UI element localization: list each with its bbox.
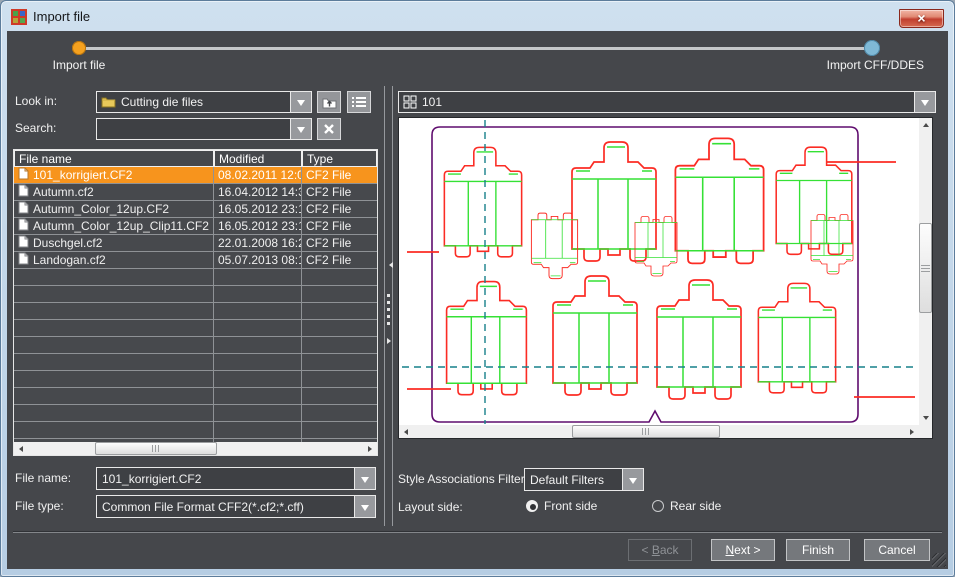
footer-separator bbox=[13, 531, 942, 533]
file-type-label: File type: bbox=[15, 499, 64, 513]
preview-vertical-scrollbar[interactable] bbox=[919, 118, 932, 425]
rear-side-radio[interactable]: Rear side bbox=[652, 499, 721, 513]
front-side-radio-label: Front side bbox=[544, 499, 597, 513]
table-row[interactable]: 101_korrigiert.CF2 08.02.2011 12:02 CF2 … bbox=[14, 167, 377, 184]
file-type-dropdown-button[interactable] bbox=[354, 496, 375, 517]
file-list-empty-area bbox=[14, 269, 377, 442]
collapse-right-icon bbox=[387, 338, 394, 344]
details-view-icon bbox=[352, 96, 366, 108]
table-row[interactable]: Autumn_Color_12up_Clip11.CF2 16.05.2012 … bbox=[14, 218, 377, 235]
file-name-value: 101_korrigiert.CF2 bbox=[97, 472, 354, 486]
scroll-left-arrow[interactable] bbox=[399, 425, 412, 438]
wizard-step-next-label: Import CFF/DDES bbox=[827, 58, 924, 72]
look-in-combobox[interactable]: Cutting die files bbox=[96, 91, 312, 113]
grid-icon bbox=[403, 95, 417, 109]
table-row[interactable]: Autumn_Color_12up.CF2 16.05.2012 23:12 C… bbox=[14, 201, 377, 218]
folder-icon bbox=[101, 96, 116, 108]
panel-splitter[interactable] bbox=[384, 86, 393, 526]
scrollbar-thumb[interactable] bbox=[95, 442, 217, 455]
file-icon bbox=[18, 167, 29, 183]
close-button[interactable]: × bbox=[899, 9, 944, 28]
chevron-down-icon bbox=[361, 505, 369, 515]
chevron-down-icon bbox=[629, 478, 637, 488]
cancel-button[interactable]: Cancel bbox=[864, 539, 930, 561]
file-icon bbox=[18, 184, 29, 200]
table-row[interactable]: Landogan.cf2 05.07.2013 08:12 CF2 File bbox=[14, 252, 377, 269]
file-name-dropdown-button[interactable] bbox=[354, 468, 375, 489]
import-file-dialog: Import file × Import file Import CFF/DDE… bbox=[0, 0, 955, 577]
resize-grip[interactable] bbox=[932, 553, 946, 567]
scroll-down-arrow[interactable] bbox=[919, 412, 932, 425]
layout-side-label: Layout side: bbox=[398, 500, 463, 514]
wizard-step-current-label: Import file bbox=[43, 58, 115, 72]
chevron-down-icon bbox=[297, 100, 305, 110]
scroll-left-arrow[interactable] bbox=[14, 442, 27, 455]
file-list: File name Modified Type 101_korrigiert.C… bbox=[13, 149, 378, 456]
wizard-step-current-knob bbox=[72, 41, 86, 55]
preview-horizontal-scrollbar[interactable] bbox=[399, 425, 919, 438]
scroll-right-arrow[interactable] bbox=[364, 442, 377, 455]
die-layout-grid-icon bbox=[11, 9, 27, 25]
front-side-radio[interactable]: Front side bbox=[526, 499, 597, 513]
close-icon: × bbox=[917, 10, 925, 26]
preview-canvas bbox=[399, 118, 919, 425]
table-row[interactable]: Duschgel.cf2 22.01.2008 16:28 CF2 File bbox=[14, 235, 377, 252]
chevron-down-icon bbox=[297, 127, 305, 137]
scroll-right-arrow[interactable] bbox=[906, 425, 919, 438]
collapse-left-icon bbox=[386, 262, 393, 268]
back-button: < Back bbox=[628, 539, 692, 561]
file-name-combobox[interactable]: 101_korrigiert.CF2 bbox=[96, 467, 376, 490]
scrollbar-thumb[interactable] bbox=[572, 425, 720, 438]
search-label: Search: bbox=[15, 121, 56, 135]
title-bar[interactable]: Import file × bbox=[2, 2, 953, 31]
file-list-horizontal-scrollbar[interactable] bbox=[14, 442, 377, 455]
style-filter-combobox[interactable]: Default Filters bbox=[524, 468, 644, 491]
details-view-button[interactable] bbox=[347, 91, 371, 113]
column-header-file-name[interactable]: File name bbox=[14, 150, 214, 167]
file-icon bbox=[18, 252, 29, 268]
chevron-down-icon bbox=[921, 100, 929, 110]
layout-select-value: 101 bbox=[417, 95, 914, 109]
clear-x-icon bbox=[323, 123, 335, 135]
layout-select-combobox[interactable]: 101 bbox=[398, 91, 936, 113]
scroll-up-arrow[interactable] bbox=[919, 118, 932, 131]
clear-search-button[interactable] bbox=[317, 118, 341, 140]
file-name-label: File name: bbox=[15, 471, 71, 485]
scrollbar-thumb[interactable] bbox=[919, 223, 932, 313]
file-icon bbox=[18, 201, 29, 217]
folder-up-icon bbox=[322, 96, 337, 109]
dialog-body: Import file Import CFF/DDES Look in: Cut… bbox=[7, 31, 948, 569]
radio-unselected-icon bbox=[652, 500, 664, 512]
look-in-label: Look in: bbox=[15, 94, 57, 108]
file-list-header: File name Modified Type bbox=[14, 150, 377, 167]
column-header-type[interactable]: Type bbox=[302, 150, 377, 167]
search-dropdown-button[interactable] bbox=[290, 119, 311, 139]
up-one-level-button[interactable] bbox=[317, 91, 341, 113]
table-row[interactable]: Autumn.cf2 16.04.2012 14:38 CF2 File bbox=[14, 184, 377, 201]
die-layout-drawing bbox=[399, 118, 919, 425]
rear-side-radio-label: Rear side bbox=[670, 499, 721, 513]
layout-preview bbox=[398, 117, 933, 439]
style-filter-value: Default Filters bbox=[525, 473, 622, 487]
file-icon bbox=[18, 235, 29, 251]
window-title: Import file bbox=[33, 9, 90, 24]
layout-select-dropdown-button[interactable] bbox=[914, 92, 935, 112]
look-in-dropdown-button[interactable] bbox=[290, 92, 311, 112]
file-icon bbox=[18, 218, 29, 234]
search-combobox[interactable] bbox=[96, 118, 312, 140]
style-filter-label: Style Associations Filter bbox=[398, 472, 525, 486]
chevron-down-icon bbox=[361, 477, 369, 487]
look-in-value: Cutting die files bbox=[116, 95, 290, 109]
wizard-track bbox=[79, 47, 873, 50]
style-filter-dropdown-button[interactable] bbox=[622, 469, 643, 490]
scrollbar-corner bbox=[919, 425, 932, 438]
file-type-value: Common File Format CFF2(*.cf2;*.cff) bbox=[97, 500, 354, 514]
radio-selected-icon bbox=[526, 500, 538, 512]
wizard-step-next-knob bbox=[864, 40, 880, 56]
file-type-combobox[interactable]: Common File Format CFF2(*.cf2;*.cff) bbox=[96, 495, 376, 518]
column-header-modified[interactable]: Modified bbox=[214, 150, 302, 167]
next-button[interactable]: Next > bbox=[711, 539, 775, 561]
finish-button[interactable]: Finish bbox=[786, 539, 850, 561]
